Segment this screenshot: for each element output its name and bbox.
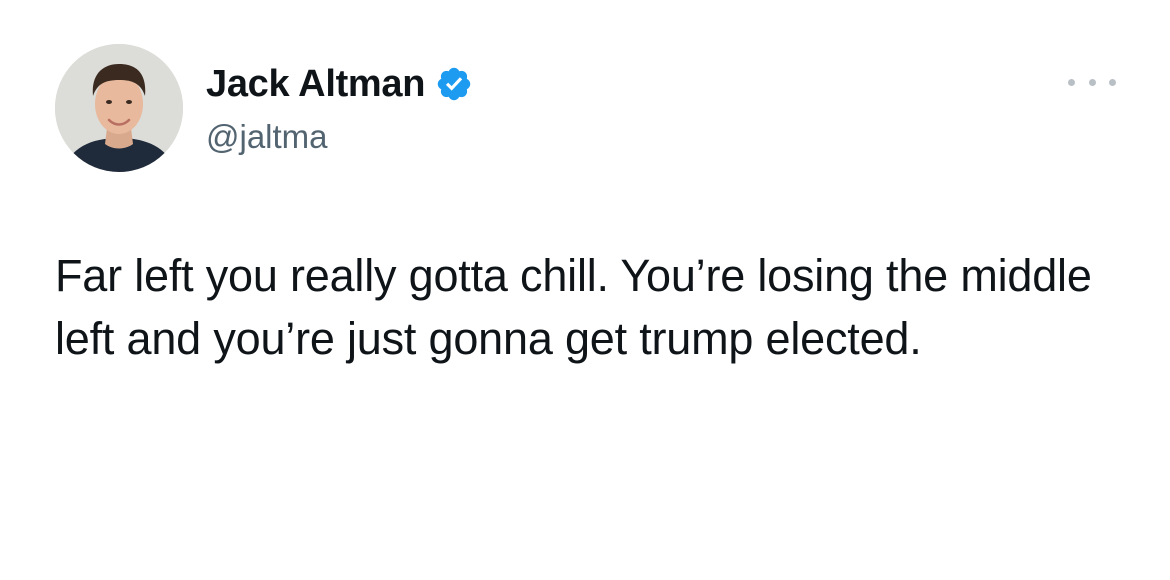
tweet-card: Jack Altman @jaltma Far left you really … xyxy=(0,0,1170,580)
verified-check-icon xyxy=(435,65,473,103)
display-name[interactable]: Jack Altman xyxy=(206,63,425,106)
more-options-icon[interactable] xyxy=(1068,70,1116,94)
avatar[interactable] xyxy=(55,44,183,172)
user-info: Jack Altman @jaltma xyxy=(206,58,473,156)
more-dot xyxy=(1088,78,1096,86)
name-row: Jack Altman xyxy=(206,58,473,110)
tweet-text: Far left you really gotta chill. You’re … xyxy=(55,250,1104,364)
avatar-photo xyxy=(55,44,183,172)
more-dot xyxy=(1109,78,1116,86)
more-dot xyxy=(1068,78,1075,86)
user-handle[interactable]: @jaltma xyxy=(206,118,473,156)
